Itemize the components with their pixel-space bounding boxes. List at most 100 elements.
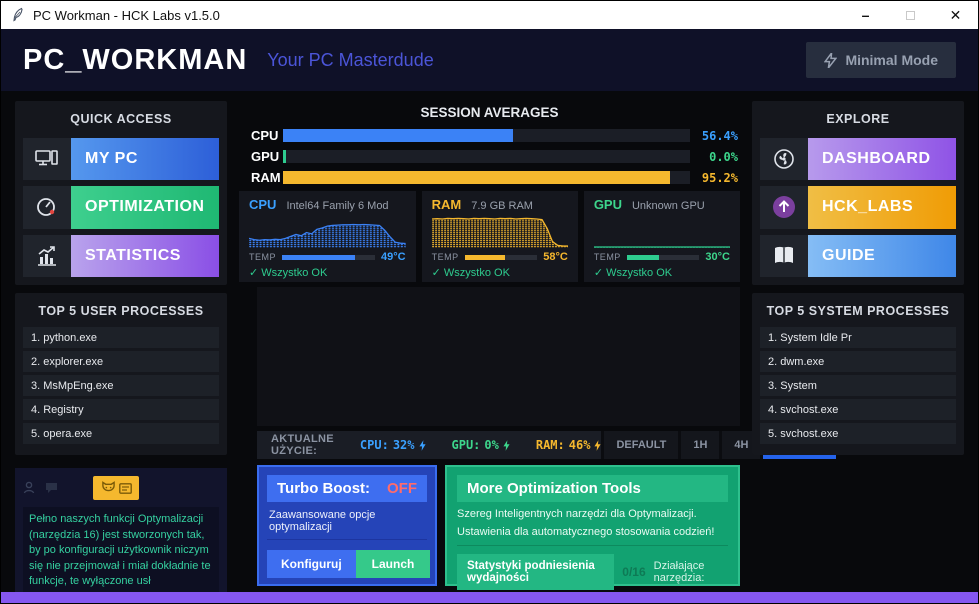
gpu-temp-bar (627, 255, 700, 260)
list-item[interactable]: 2. dwm.exe (760, 351, 956, 372)
list-item[interactable]: 3. System (760, 375, 956, 396)
tools-description-line2: Ustawienia dla automatycznego stosowania… (457, 526, 728, 538)
cpu-average-label: CPU (239, 128, 283, 143)
current-usage-label: AKTUALNE UŻYCIE: (271, 433, 334, 457)
up-arrow-icon (760, 186, 808, 228)
sidebar-item-my-pc[interactable]: MY PC (23, 138, 219, 180)
ram-name: RAM (432, 197, 462, 212)
close-button[interactable]: ✕ (933, 1, 978, 29)
launch-button[interactable]: Launch (356, 550, 431, 578)
ram-temp-value: 58°C (543, 251, 568, 263)
list-item[interactable]: 4. svchost.exe (760, 399, 956, 420)
app-header: PC_WORKMAN Your PC Masterdude Minimal Mo… (1, 29, 978, 91)
cpu-name: CPU (249, 197, 276, 212)
turbo-boost-title: Turbo Boost: (277, 480, 370, 497)
app-subtitle: Your PC Masterdude (267, 50, 433, 71)
ram-status: ✓ Wszystko OK (432, 266, 568, 279)
title-bar: PC Workman - HCK Labs v1.5.0 – ✕ (1, 1, 978, 29)
cpu-usage-metric: CPU:32% (360, 438, 426, 452)
usage-graph-area (257, 287, 740, 426)
ram-usage-sparkline (432, 214, 568, 248)
window-title: PC Workman - HCK Labs v1.5.0 (33, 8, 220, 23)
sidebar-item-statistics[interactable]: STATISTICS (23, 235, 219, 277)
gpu-usage-metric: GPU:0% (452, 438, 510, 452)
minimal-mode-button[interactable]: Minimal Mode (806, 42, 956, 78)
list-item[interactable]: 5. opera.exe (23, 423, 219, 444)
maximize-button[interactable] (888, 1, 933, 29)
optimization-tools-title: More Optimization Tools (457, 475, 728, 502)
cpu-desc: Intel64 Family 6 Mod (286, 200, 388, 212)
cpu-status: ✓ Wszystko OK (249, 266, 406, 279)
ram-temp-label: TEMP (432, 252, 459, 262)
ram-desc: 7.9 GB RAM (471, 200, 533, 212)
current-usage-bar: AKTUALNE UŻYCIE: CPU:32% GPU:0% RAM:46% … (257, 431, 740, 459)
turbo-boost-header: Turbo Boost: OFF (267, 475, 427, 502)
feather-icon (9, 7, 25, 23)
gpu-name: GPU (594, 197, 622, 212)
chart-icon (23, 235, 71, 277)
ram-average-value: 95.2% (690, 171, 740, 185)
list-item[interactable]: 2. explorer.exe (23, 351, 219, 372)
lightning-icon (419, 440, 426, 451)
list-item[interactable]: 4. Registry (23, 399, 219, 420)
list-item[interactable]: 1. System Idle Pr (760, 327, 956, 348)
pc-icon (23, 138, 71, 180)
footer-accent-bar (1, 592, 978, 603)
quick-access-title: QUICK ACCESS (23, 105, 219, 132)
ram-temp-bar (465, 255, 538, 260)
optimization-tools-panel: More Optimization Tools Szereg Inteligen… (445, 465, 740, 586)
my-pc-button-label: MY PC (71, 138, 219, 180)
fan-icon (760, 138, 808, 180)
main-content: QUICK ACCESS MY PC OPTIMIZATION (1, 91, 978, 593)
quick-access-panel: QUICK ACCESS MY PC OPTIMIZATION (15, 101, 227, 285)
session-averages: SESSION AVERAGES CPU 56.4% GPU 0.0% RAM … (239, 101, 740, 282)
cpu-usage-sparkline (249, 214, 406, 248)
cpu-temp-bar (282, 255, 375, 260)
cpu-hardware-panel: CPU Intel64 Family 6 Mod TEMP 49°C ✓ Wszy… (239, 191, 416, 282)
range-button-1h[interactable]: 1H (678, 431, 719, 459)
app-window: PC Workman - HCK Labs v1.5.0 – ✕ PC_WORK… (0, 0, 979, 604)
sidebar-item-dashboard[interactable]: DASHBOARD (760, 138, 956, 180)
optimization-info-text: Pełno naszych funkcji Optymalizacji (nar… (23, 507, 219, 595)
list-item[interactable]: 1. python.exe (23, 327, 219, 348)
statistics-button-label: STATISTICS (71, 235, 219, 277)
system-processes-panel: TOP 5 SYSTEM PROCESSES 1. System Idle Pr… (752, 293, 964, 455)
list-item[interactable]: 5. svchost.exe (760, 423, 956, 444)
card-icon (119, 483, 132, 494)
cpu-temp-label: TEMP (249, 252, 276, 262)
ram-average-bar (283, 171, 690, 184)
list-item[interactable]: 3. MsMpEng.exe (23, 375, 219, 396)
gpu-status: ✓ Wszystko OK (594, 266, 730, 279)
cat-tools-button[interactable] (93, 476, 139, 500)
configure-button[interactable]: Konfiguruj (267, 550, 356, 578)
tools-description-line1: Szereg Inteligentnych narzędzi dla Optym… (457, 508, 728, 520)
guide-button-label: GUIDE (808, 235, 956, 277)
app-title: PC_WORKMAN (23, 44, 247, 77)
sidebar-item-optimization[interactable]: OPTIMIZATION (23, 186, 219, 228)
range-button-default[interactable]: DEFAULT (601, 431, 678, 459)
gauge-icon (23, 186, 71, 228)
ram-average-row: RAM 95.2% (239, 170, 740, 185)
performance-stats-button[interactable]: Statystyki podniesienia wydajności (457, 554, 614, 590)
ram-usage-metric: RAM:46% (536, 438, 602, 452)
cpu-average-bar (283, 129, 690, 142)
turbo-boost-state: OFF (387, 480, 417, 497)
gpu-average-label: GPU (239, 149, 283, 164)
turbo-boost-panel: Turbo Boost: OFF Zaawansowane opcje opty… (257, 465, 437, 586)
session-averages-title: SESSION AVERAGES (239, 101, 740, 128)
system-processes-title: TOP 5 SYSTEM PROCESSES (760, 297, 956, 324)
cpu-temp-value: 49°C (381, 251, 406, 263)
turbo-boost-desc: Zaawansowane opcje optymalizacji (269, 509, 425, 533)
user-icon (23, 480, 39, 496)
sidebar-item-guide[interactable]: GUIDE (760, 235, 956, 277)
active-tools-label: Działające narzędzia: (654, 560, 728, 584)
optimization-info-panel: Pełno naszych funkcji Optymalizacji (nar… (15, 468, 227, 593)
minimize-button[interactable]: – (843, 1, 888, 29)
ram-hardware-panel: RAM 7.9 GB RAM TEMP 58°C ✓ Wszystko OK (422, 191, 578, 282)
lightning-icon (594, 440, 601, 451)
sidebar-item-hck-labs[interactable]: HCK_LABS (760, 186, 956, 228)
gpu-temp-label: TEMP (594, 252, 621, 262)
gpu-average-row: GPU 0.0% (239, 149, 740, 164)
active-tools-count: 0/16 (622, 565, 645, 579)
chat-icon (45, 481, 61, 495)
